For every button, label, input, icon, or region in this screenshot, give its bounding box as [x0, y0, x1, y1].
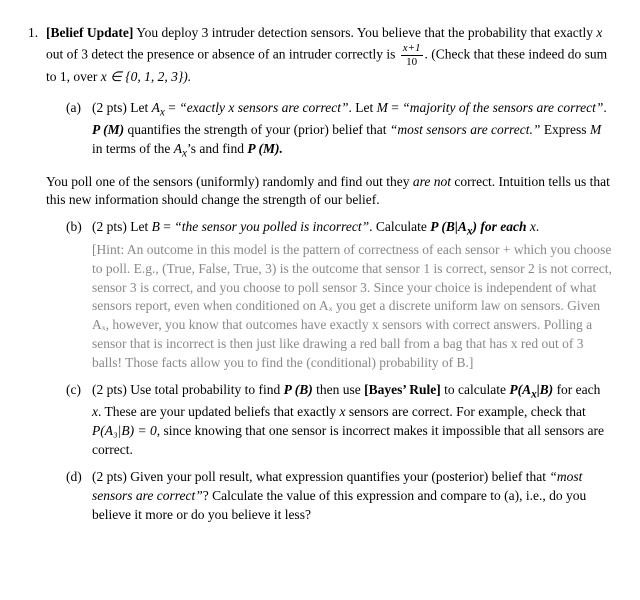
intro-text-1: You deploy 3 intruder detection sensors.… [136, 25, 596, 40]
part-b-label: (b) [66, 218, 92, 373]
b-t9: . [536, 219, 539, 234]
c-t3: then use [313, 382, 364, 397]
c-bayes: [Bayes’ Rule] [364, 382, 441, 397]
intro-paragraph: [Belief Update] You deploy 3 intruder de… [46, 24, 612, 87]
d-t1: Given your poll result, what expression … [130, 469, 549, 484]
problem-content: [Belief Update] You deploy 3 intruder de… [46, 24, 612, 533]
a-t11: quantifies the strength of your (prior) … [124, 122, 390, 137]
intermission-text: You poll one of the sensors (uniformly) … [46, 173, 612, 211]
a-t13: Express [540, 122, 590, 137]
b-B: B [152, 219, 160, 234]
a-t7: = [388, 100, 402, 115]
a-t3: = [165, 100, 179, 115]
part-a-body: (2 pts) Let Ax = “exactly x sensors are … [92, 99, 612, 163]
part-a: (a) (2 pts) Let Ax = “exactly x sensors … [66, 99, 612, 163]
a-t9: . [603, 100, 606, 115]
a-PM: P (M) [92, 122, 124, 137]
b-def-B: “the sensor you polled is incorrect” [174, 219, 369, 234]
c-t14: , since knowing that one sensor is incor… [92, 423, 604, 457]
intro-text-2: out of 3 detect the presence or absence … [46, 46, 399, 61]
a-t17: ’s and find [187, 141, 247, 156]
b-t7: ) for each [472, 219, 529, 234]
part-d-body: (2 pts) Given your poll result, what exp… [92, 468, 612, 525]
a-M2: M [590, 122, 601, 137]
frac-denominator: 10 [401, 56, 423, 68]
part-d-label: (d) [66, 468, 92, 525]
c-PB: P (B) [284, 382, 313, 397]
part-d: (d) (2 pts) Given your poll result, what… [66, 468, 612, 525]
part-b-hint: [Hint: An outcome in this model is the p… [92, 241, 612, 373]
a-t15: in terms of the [92, 141, 174, 156]
c-t12: sensors are correct. For example, check … [346, 404, 586, 419]
intro-var-x: x [596, 25, 602, 40]
mid-1: You poll one of the sensors (uniformly) … [46, 174, 413, 189]
intro-set: x ∈ {0, 1, 2, 3}). [101, 69, 191, 84]
problem-number: 1. [28, 24, 46, 533]
prior-fraction: x+110 [401, 43, 423, 68]
a-M: M [377, 100, 388, 115]
a-Ax2-A: A [174, 141, 182, 156]
a-PM2: P (M). [247, 141, 283, 156]
c-PAxB: P(A [509, 382, 531, 397]
problem-title: [Belief Update] [46, 25, 133, 40]
c-t1: Use total probability to find [130, 382, 283, 397]
part-b: (b) (2 pts) Let B = “the sensor you poll… [66, 218, 612, 373]
c-PA3B: P(A₃|B) = 0 [92, 423, 157, 438]
part-d-pts: (2 pts) [92, 469, 127, 484]
a-t1: Let [130, 100, 151, 115]
part-c-body: (2 pts) Use total probability to find P … [92, 381, 612, 460]
c-t10: . These are your updated beliefs that ex… [98, 404, 340, 419]
part-c-label: (c) [66, 381, 92, 460]
c-t5: to calculate [441, 382, 510, 397]
part-b-body: (2 pts) Let B = “the sensor you polled i… [92, 218, 612, 373]
frac-numerator: x+1 [401, 43, 423, 56]
a-t5: . Let [348, 100, 376, 115]
part-a-label: (a) [66, 99, 92, 163]
c-t8: for each [553, 382, 600, 397]
a-def-Ax: “exactly x sensors are correct” [179, 100, 348, 115]
b-t3: = [160, 219, 174, 234]
problem-1: 1. [Belief Update] You deploy 3 intruder… [28, 24, 612, 533]
b-t5: . Calculate [369, 219, 430, 234]
b-PBAx: P (B|A [430, 219, 467, 234]
part-a-pts: (2 pts) [92, 100, 127, 115]
b-t1: Let [130, 219, 151, 234]
part-c: (c) (2 pts) Use total probability to fin… [66, 381, 612, 460]
mid-arenot: are not [413, 174, 451, 189]
part-c-pts: (2 pts) [92, 382, 127, 397]
a-quote: “most sensors are correct.” [390, 122, 541, 137]
subparts-list: (a) (2 pts) Let Ax = “exactly x sensors … [66, 99, 612, 163]
c-t7: |B) [537, 382, 553, 397]
a-Ax-A: A [152, 100, 160, 115]
subparts-list-2: (b) (2 pts) Let B = “the sensor you poll… [66, 218, 612, 524]
a-def-M: “majority of the sensors are correct” [402, 100, 603, 115]
part-b-pts: (2 pts) [92, 219, 127, 234]
